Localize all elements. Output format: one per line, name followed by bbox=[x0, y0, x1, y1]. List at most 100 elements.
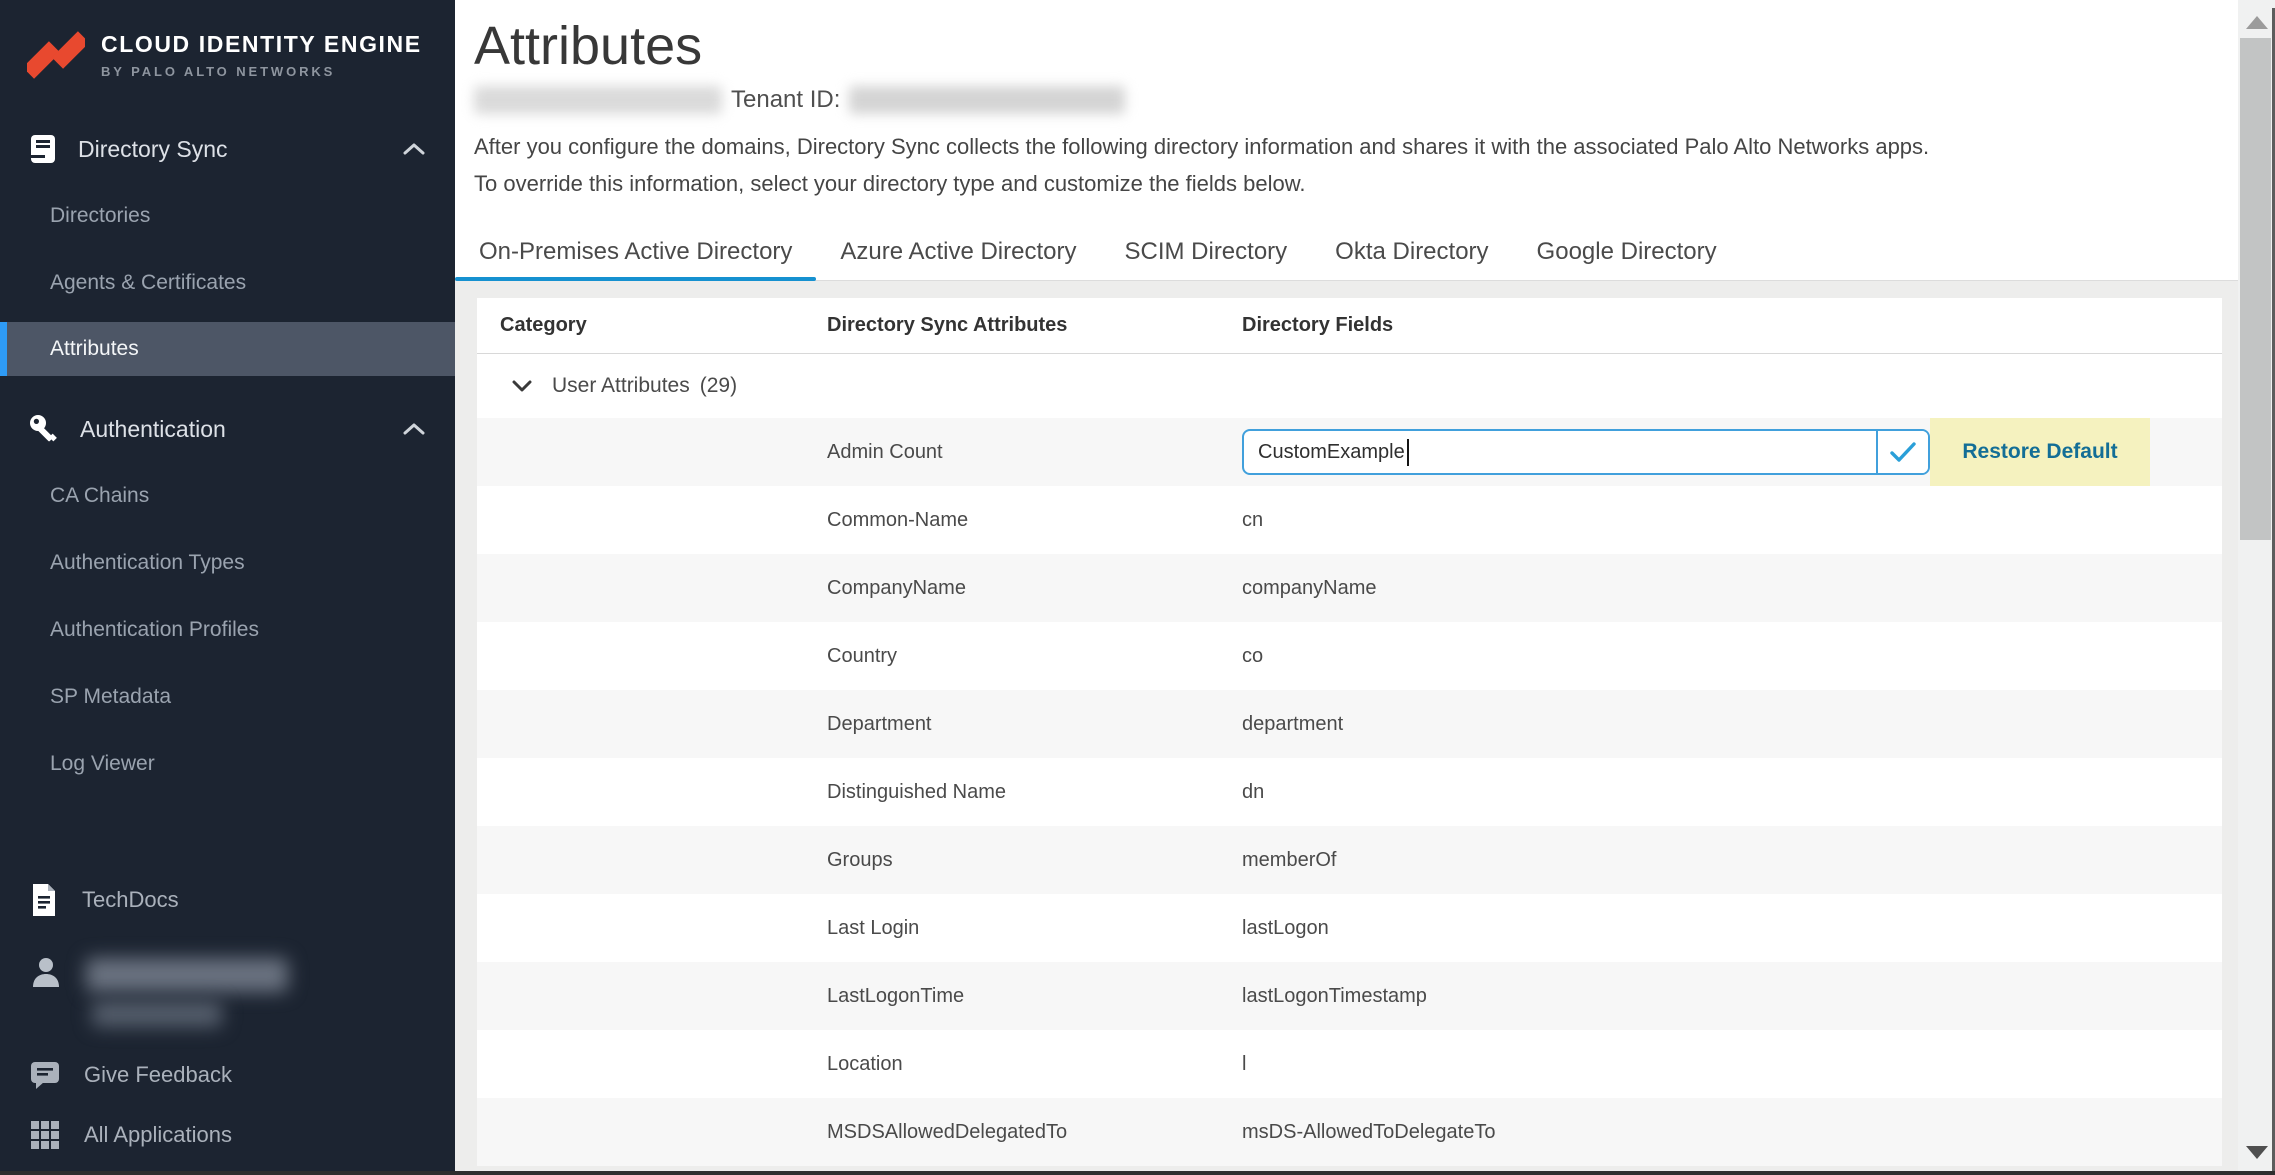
sidebar-nav: Directory Sync Directories Agents & Cert… bbox=[0, 104, 455, 1171]
page-description: After you configure the domains, Directo… bbox=[474, 128, 2238, 202]
redacted-user-role bbox=[92, 1001, 222, 1027]
redacted-user-name bbox=[86, 958, 288, 992]
attribute-name: Location bbox=[827, 1053, 1242, 1076]
scroll-up-arrow-icon[interactable] bbox=[2246, 16, 2268, 29]
sidebar-item-give-feedback[interactable]: Give Feedback bbox=[0, 1045, 455, 1105]
directory-field-value: msDS-AllowedToDelegateTo bbox=[1242, 1121, 2222, 1144]
group-label: User Attributes bbox=[552, 374, 690, 398]
all-applications-label: All Applications bbox=[84, 1122, 232, 1148]
techdocs-label: TechDocs bbox=[82, 887, 179, 913]
person-icon bbox=[30, 956, 62, 990]
column-header-directory-sync-attributes: Directory Sync Attributes bbox=[827, 314, 1242, 337]
table-row-groups: Groups memberOf bbox=[477, 826, 2222, 894]
attribute-name: LastLogonTime bbox=[827, 985, 1242, 1008]
tab-scim-directory[interactable]: SCIM Directory bbox=[1100, 224, 1311, 280]
sidebar-section-label: Directory Sync bbox=[78, 136, 383, 163]
sidebar-item-sp-metadata[interactable]: SP Metadata bbox=[0, 663, 455, 730]
chevron-up-icon bbox=[403, 422, 425, 436]
book-icon bbox=[28, 133, 58, 165]
attribute-name: Department bbox=[827, 713, 1242, 736]
scrollbar-thumb[interactable] bbox=[2240, 38, 2271, 540]
tenant-id-label: Tenant ID: bbox=[731, 86, 840, 114]
document-icon bbox=[30, 883, 58, 917]
table-row-department: Department department bbox=[477, 690, 2222, 758]
chevron-up-icon bbox=[403, 142, 425, 156]
tab-okta-directory[interactable]: Okta Directory bbox=[1311, 224, 1512, 280]
directory-field-value: companyName bbox=[1242, 577, 2222, 600]
palo-alto-slashes-icon bbox=[27, 24, 85, 86]
column-header-category: Category bbox=[500, 314, 827, 337]
redacted-tenant-id bbox=[849, 86, 1125, 114]
attribute-name: Common-Name bbox=[827, 509, 1242, 532]
text-cursor bbox=[1407, 439, 1409, 466]
table-row-last-login: Last Login lastLogon bbox=[477, 894, 2222, 962]
directory-field-value: dn bbox=[1242, 781, 2222, 804]
directory-field-value: memberOf bbox=[1242, 849, 2222, 872]
window-bottom-edge bbox=[0, 1171, 2275, 1175]
table-row-location: Location l bbox=[477, 1030, 2222, 1098]
page-header: Attributes Tenant ID: After you configur… bbox=[455, 0, 2238, 202]
directory-field-edit-group: CustomExample bbox=[1242, 429, 1930, 475]
directory-type-tabs: On-Premises Active Directory Azure Activ… bbox=[455, 224, 2238, 281]
description-line-2: To override this information, select you… bbox=[474, 165, 2238, 202]
group-count: (29) bbox=[700, 374, 737, 398]
tab-google-directory[interactable]: Google Directory bbox=[1513, 224, 1741, 280]
directory-field-value: department bbox=[1242, 713, 2222, 736]
group-row-user-attributes[interactable]: User Attributes (29) bbox=[477, 354, 2222, 418]
sidebar: CLOUD IDENTITY ENGINE BY PALO ALTO NETWO… bbox=[0, 0, 455, 1171]
sidebar-section-authentication[interactable]: Authentication bbox=[0, 396, 455, 462]
app-logo: CLOUD IDENTITY ENGINE BY PALO ALTO NETWO… bbox=[0, 0, 455, 104]
main-content: Attributes Tenant ID: After you configur… bbox=[455, 0, 2238, 1171]
column-header-directory-fields: Directory Fields bbox=[1242, 314, 2222, 337]
logo-title: CLOUD IDENTITY ENGINE bbox=[101, 31, 422, 58]
page-body: Category Directory Sync Attributes Direc… bbox=[455, 281, 2238, 1171]
sidebar-item-ca-chains[interactable]: CA Chains bbox=[0, 462, 455, 529]
sidebar-item-attributes[interactable]: Attributes bbox=[0, 322, 455, 376]
description-line-1: After you configure the domains, Directo… bbox=[474, 128, 2238, 165]
directory-field-value: lastLogonTimestamp bbox=[1242, 985, 2222, 1008]
sidebar-item-all-applications[interactable]: All Applications bbox=[0, 1105, 455, 1165]
directory-field-value: l bbox=[1242, 1053, 2222, 1076]
vertical-scrollbar[interactable] bbox=[2238, 0, 2275, 1175]
confirm-edit-button[interactable] bbox=[1876, 431, 1928, 473]
table-row-common-name: Common-Name cn bbox=[477, 486, 2222, 554]
tab-on-premises-active-directory[interactable]: On-Premises Active Directory bbox=[455, 224, 816, 280]
attributes-table: Category Directory Sync Attributes Direc… bbox=[477, 298, 2222, 1166]
user-account[interactable] bbox=[0, 956, 455, 1027]
table-row-country: Country co bbox=[477, 622, 2222, 690]
directory-field-value: co bbox=[1242, 645, 2222, 668]
directory-field-input-value: CustomExample bbox=[1258, 441, 1405, 464]
sidebar-item-authentication-profiles[interactable]: Authentication Profiles bbox=[0, 596, 455, 663]
sidebar-section-label: Authentication bbox=[80, 416, 383, 443]
sidebar-item-log-viewer[interactable]: Log Viewer bbox=[0, 730, 455, 797]
sidebar-item-authentication-types[interactable]: Authentication Types bbox=[0, 529, 455, 596]
table-row-distinguished-name: Distinguished Name dn bbox=[477, 758, 2222, 826]
attribute-name: CompanyName bbox=[827, 577, 1242, 600]
table-header-row: Category Directory Sync Attributes Direc… bbox=[477, 298, 2222, 354]
redacted-directory-name bbox=[474, 86, 722, 114]
key-icon bbox=[28, 413, 60, 445]
attribute-name: Admin Count bbox=[827, 441, 1242, 464]
attribute-name: Distinguished Name bbox=[827, 781, 1242, 804]
sidebar-item-techdocs[interactable]: TechDocs bbox=[0, 870, 455, 930]
directory-field-input[interactable]: CustomExample bbox=[1244, 431, 1876, 473]
scroll-down-arrow-icon[interactable] bbox=[2246, 1146, 2268, 1159]
attribute-name: Last Login bbox=[827, 917, 1242, 940]
give-feedback-label: Give Feedback bbox=[84, 1062, 232, 1088]
table-row-lastlogontime: LastLogonTime lastLogonTimestamp bbox=[477, 962, 2222, 1030]
table-row-companyname: CompanyName companyName bbox=[477, 554, 2222, 622]
sidebar-item-directories[interactable]: Directories bbox=[0, 182, 455, 249]
sidebar-item-agents-certificates[interactable]: Agents & Certificates bbox=[0, 249, 455, 316]
page-title: Attributes bbox=[474, 14, 2238, 78]
restore-default-button[interactable]: Restore Default bbox=[1930, 418, 2150, 486]
directory-field-value: lastLogon bbox=[1242, 917, 2222, 940]
tab-azure-active-directory[interactable]: Azure Active Directory bbox=[816, 224, 1100, 280]
chat-bubble-icon bbox=[30, 1060, 60, 1090]
attribute-name: Country bbox=[827, 645, 1242, 668]
attribute-name: MSDSAllowedDelegatedTo bbox=[827, 1121, 1242, 1144]
table-row-msdsalloweddelegatedto: MSDSAllowedDelegatedTo msDS-AllowedToDel… bbox=[477, 1098, 2222, 1166]
table-row-admin-count: Admin Count CustomExample Resto bbox=[477, 418, 2222, 486]
check-icon bbox=[1890, 441, 1916, 463]
sidebar-section-directory-sync[interactable]: Directory Sync bbox=[0, 116, 455, 182]
chevron-down-icon bbox=[512, 380, 532, 393]
